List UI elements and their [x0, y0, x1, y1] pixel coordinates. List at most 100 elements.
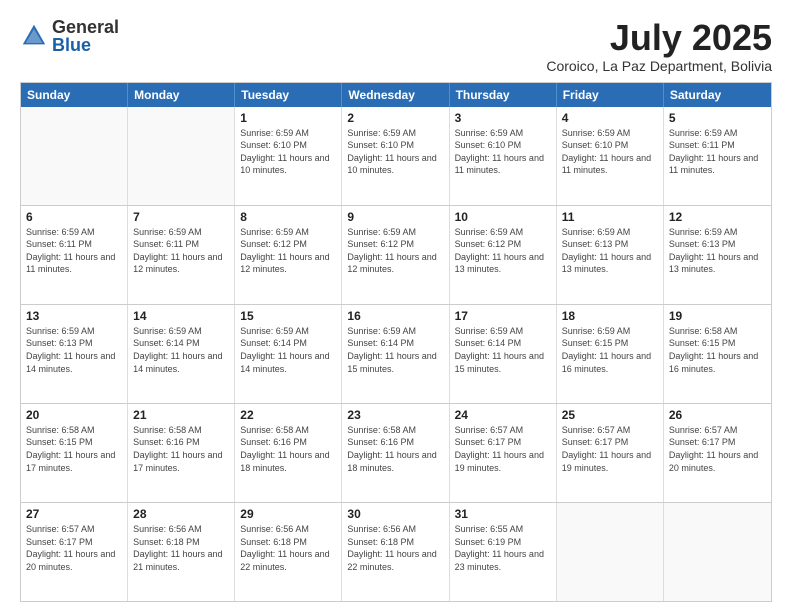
- calendar-cell: 21Sunrise: 6:58 AMSunset: 6:16 PMDayligh…: [128, 404, 235, 502]
- logo-general: General: [52, 18, 119, 36]
- day-number: 12: [669, 210, 766, 224]
- day-number: 19: [669, 309, 766, 323]
- day-info: Sunrise: 6:59 AMSunset: 6:14 PMDaylight:…: [133, 325, 229, 375]
- header-day-monday: Monday: [128, 83, 235, 107]
- day-number: 24: [455, 408, 551, 422]
- day-number: 9: [347, 210, 443, 224]
- calendar-cell: 27 Sunrise: 6:57 AMSunset: 6:17 PMDayligh…: [21, 503, 128, 601]
- calendar-cell: 20 Sunrise: 6:58 AMSunset: 6:15 PMDayligh…: [21, 404, 128, 502]
- calendar-cell: 30 Sunrise: 6:56 AMSunset: 6:18 PMDayligh…: [342, 503, 449, 601]
- day-info: Sunrise: 6:57 AMSunset: 6:17 PMDaylight:…: [669, 424, 766, 474]
- calendar-cell: 16Sunrise: 6:59 AMSunset: 6:14 PMDayligh…: [342, 305, 449, 403]
- day-number: 4: [562, 111, 658, 125]
- day-info: Sunrise: 6:59 AMSunset: 6:14 PMDaylight:…: [347, 325, 443, 375]
- day-info: Sunrise: 6:58 AMSunset: 6:15 PMDaylight:…: [26, 424, 122, 474]
- calendar-cell: 17Sunrise: 6:59 AMSunset: 6:14 PMDayligh…: [450, 305, 557, 403]
- calendar-cell: 11 Sunrise: 6:59 AMSunset: 6:13 PMDayligh…: [557, 206, 664, 304]
- calendar: SundayMondayTuesdayWednesdayThursdayFrid…: [20, 82, 772, 602]
- day-number: 15: [240, 309, 336, 323]
- day-number: 26: [669, 408, 766, 422]
- day-info: Sunrise: 6:58 AMSunset: 6:16 PMDaylight:…: [240, 424, 336, 474]
- day-info: Sunrise: 6:59 AMSunset: 6:12 PMDaylight:…: [240, 226, 336, 276]
- calendar-row: 13 Sunrise: 6:59 AMSunset: 6:13 PMDayligh…: [21, 304, 771, 403]
- day-number: 27: [26, 507, 122, 521]
- header-day-saturday: Saturday: [664, 83, 771, 107]
- calendar-cell: 8 Sunrise: 6:59 AMSunset: 6:12 PMDaylight…: [235, 206, 342, 304]
- day-number: 13: [26, 309, 122, 323]
- calendar-cell: 29 Sunrise: 6:56 AMSunset: 6:18 PMDayligh…: [235, 503, 342, 601]
- calendar-header: SundayMondayTuesdayWednesdayThursdayFrid…: [21, 83, 771, 107]
- day-number: 31: [455, 507, 551, 521]
- day-info: Sunrise: 6:59 AMSunset: 6:11 PMDaylight:…: [133, 226, 229, 276]
- calendar-cell: 26 Sunrise: 6:57 AMSunset: 6:17 PMDayligh…: [664, 404, 771, 502]
- calendar-row: 6 Sunrise: 6:59 AMSunset: 6:11 PMDaylight…: [21, 205, 771, 304]
- day-number: 18: [562, 309, 658, 323]
- day-number: 6: [26, 210, 122, 224]
- day-info: Sunrise: 6:56 AMSunset: 6:18 PMDaylight:…: [133, 523, 229, 573]
- day-number: 20: [26, 408, 122, 422]
- calendar-cell: 7Sunrise: 6:59 AMSunset: 6:11 PMDaylight…: [128, 206, 235, 304]
- calendar-body: 1Sunrise: 6:59 AMSunset: 6:10 PMDaylight…: [21, 107, 771, 601]
- calendar-cell: 4 Sunrise: 6:59 AMSunset: 6:10 PMDaylight…: [557, 107, 664, 205]
- day-info: Sunrise: 6:58 AMSunset: 6:16 PMDaylight:…: [347, 424, 443, 474]
- calendar-cell: 14 Sunrise: 6:59 AMSunset: 6:14 PMDayligh…: [128, 305, 235, 403]
- calendar-cell: [664, 503, 771, 601]
- day-info: Sunrise: 6:59 AMSunset: 6:13 PMDaylight:…: [669, 226, 766, 276]
- day-info: Sunrise: 6:59 AMSunset: 6:10 PMDaylight:…: [455, 127, 551, 177]
- logo-blue: Blue: [52, 36, 119, 54]
- header-day-tuesday: Tuesday: [235, 83, 342, 107]
- day-info: Sunrise: 6:57 AMSunset: 6:17 PMDaylight:…: [26, 523, 122, 573]
- day-number: 8: [240, 210, 336, 224]
- calendar-cell: 5Sunrise: 6:59 AMSunset: 6:11 PMDaylight…: [664, 107, 771, 205]
- location: Coroico, La Paz Department, Bolivia: [546, 58, 772, 74]
- calendar-cell: 13 Sunrise: 6:59 AMSunset: 6:13 PMDayligh…: [21, 305, 128, 403]
- day-info: Sunrise: 6:56 AMSunset: 6:18 PMDaylight:…: [240, 523, 336, 573]
- calendar-cell: 15Sunrise: 6:59 AMSunset: 6:14 PMDayligh…: [235, 305, 342, 403]
- header: General Blue July 2025 Coroico, La Paz D…: [20, 18, 772, 74]
- day-info: Sunrise: 6:55 AMSunset: 6:19 PMDaylight:…: [455, 523, 551, 573]
- day-info: Sunrise: 6:59 AMSunset: 6:13 PMDaylight:…: [26, 325, 122, 375]
- day-info: Sunrise: 6:59 AMSunset: 6:13 PMDaylight:…: [562, 226, 658, 276]
- month-title: July 2025: [546, 18, 772, 58]
- day-number: 30: [347, 507, 443, 521]
- calendar-cell: 31 Sunrise: 6:55 AMSunset: 6:19 PMDayligh…: [450, 503, 557, 601]
- calendar-cell: 2 Sunrise: 6:59 AMSunset: 6:10 PMDaylight…: [342, 107, 449, 205]
- logo-text: General Blue: [52, 18, 119, 54]
- day-info: Sunrise: 6:59 AMSunset: 6:10 PMDaylight:…: [347, 127, 443, 177]
- calendar-cell: 24 Sunrise: 6:57 AMSunset: 6:17 PMDayligh…: [450, 404, 557, 502]
- day-number: 17: [455, 309, 551, 323]
- calendar-cell: 23 Sunrise: 6:58 AMSunset: 6:16 PMDayligh…: [342, 404, 449, 502]
- calendar-cell: 25Sunrise: 6:57 AMSunset: 6:17 PMDayligh…: [557, 404, 664, 502]
- calendar-cell: 28 Sunrise: 6:56 AMSunset: 6:18 PMDayligh…: [128, 503, 235, 601]
- calendar-cell: [128, 107, 235, 205]
- day-number: 23: [347, 408, 443, 422]
- title-block: July 2025 Coroico, La Paz Department, Bo…: [546, 18, 772, 74]
- calendar-row: 20 Sunrise: 6:58 AMSunset: 6:15 PMDayligh…: [21, 403, 771, 502]
- day-info: Sunrise: 6:56 AMSunset: 6:18 PMDaylight:…: [347, 523, 443, 573]
- header-day-wednesday: Wednesday: [342, 83, 449, 107]
- header-day-friday: Friday: [557, 83, 664, 107]
- day-info: Sunrise: 6:59 AMSunset: 6:10 PMDaylight:…: [240, 127, 336, 177]
- header-day-thursday: Thursday: [450, 83, 557, 107]
- logo-icon: [20, 22, 48, 50]
- day-number: 2: [347, 111, 443, 125]
- page: General Blue July 2025 Coroico, La Paz D…: [0, 0, 792, 612]
- calendar-cell: 3 Sunrise: 6:59 AMSunset: 6:10 PMDaylight…: [450, 107, 557, 205]
- calendar-cell: 19Sunrise: 6:58 AMSunset: 6:15 PMDayligh…: [664, 305, 771, 403]
- day-info: Sunrise: 6:59 AMSunset: 6:12 PMDaylight:…: [455, 226, 551, 276]
- day-number: 3: [455, 111, 551, 125]
- calendar-cell: [21, 107, 128, 205]
- day-info: Sunrise: 6:59 AMSunset: 6:10 PMDaylight:…: [562, 127, 658, 177]
- day-number: 5: [669, 111, 766, 125]
- calendar-cell: 9Sunrise: 6:59 AMSunset: 6:12 PMDaylight…: [342, 206, 449, 304]
- day-number: 21: [133, 408, 229, 422]
- day-info: Sunrise: 6:57 AMSunset: 6:17 PMDaylight:…: [455, 424, 551, 474]
- day-number: 11: [562, 210, 658, 224]
- day-info: Sunrise: 6:59 AMSunset: 6:15 PMDaylight:…: [562, 325, 658, 375]
- day-number: 28: [133, 507, 229, 521]
- calendar-cell: 6Sunrise: 6:59 AMSunset: 6:11 PMDaylight…: [21, 206, 128, 304]
- day-number: 14: [133, 309, 229, 323]
- calendar-cell: 18 Sunrise: 6:59 AMSunset: 6:15 PMDayligh…: [557, 305, 664, 403]
- day-number: 29: [240, 507, 336, 521]
- logo: General Blue: [20, 18, 119, 54]
